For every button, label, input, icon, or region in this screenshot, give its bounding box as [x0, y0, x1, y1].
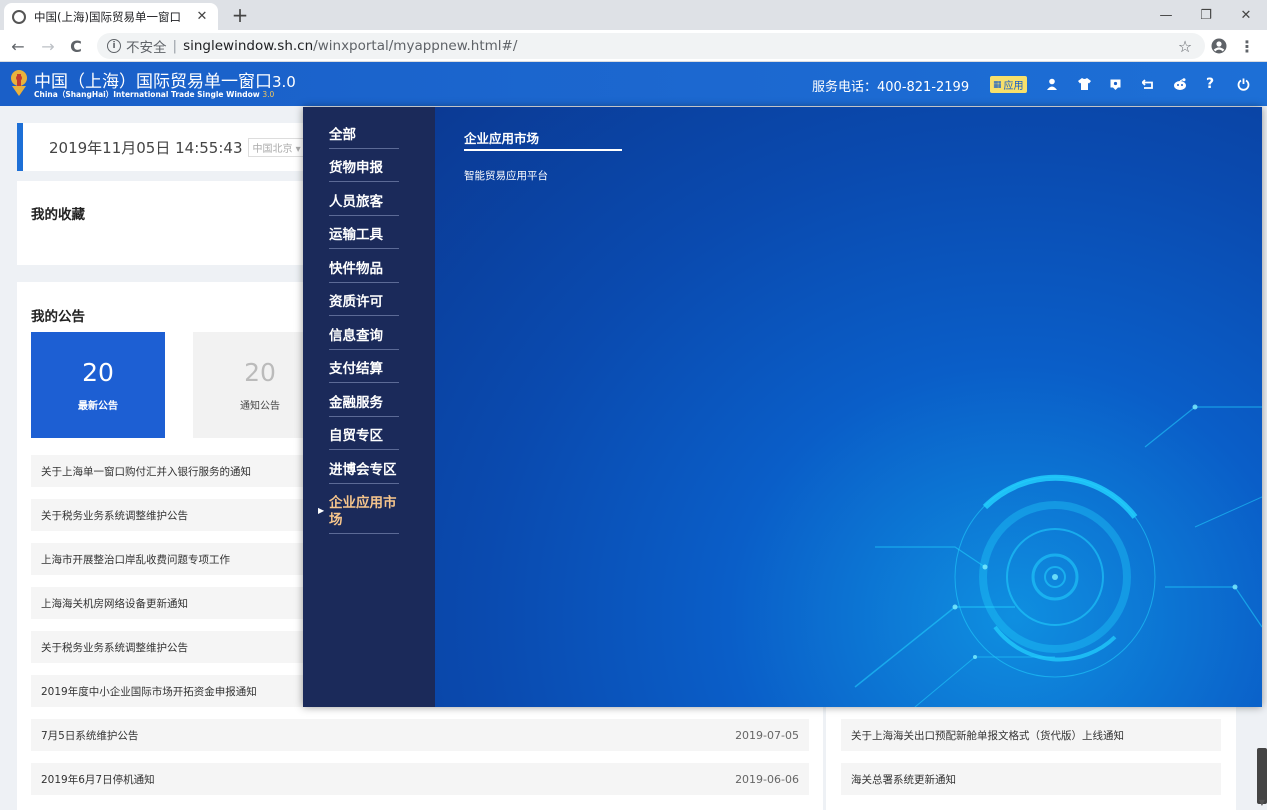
news-title: 关于上海单一窗口购付汇并入银行服务的通知 — [41, 465, 251, 478]
favorites-title: 我的收藏 — [31, 207, 85, 223]
news-title: 关于税务业务系统调整维护公告 — [41, 641, 188, 654]
user-icon[interactable] — [1042, 74, 1062, 94]
robot-icon[interactable] — [1170, 74, 1190, 94]
power-icon[interactable] — [1233, 74, 1253, 94]
browser-menu-icon[interactable]: ⋮ — [1235, 34, 1259, 58]
category-list: 全部 货物申报 人员旅客 运输工具 快件物品 资质许可 信息查询 支付结算 金融… — [303, 107, 435, 707]
category-item[interactable]: 快件物品 — [329, 261, 399, 283]
notices-title: 我的公告 — [31, 309, 85, 325]
new-tab-button[interactable]: + — [228, 3, 252, 27]
news-row[interactable]: 关于上海海关出口预配新舱单报文格式（货代版）上线通知 — [841, 719, 1221, 751]
stat-value: 20 — [244, 358, 276, 387]
news-title: 关于上海海关出口预配新舱单报文格式（货代版）上线通知 — [851, 729, 1124, 742]
favorites-card: 我的收藏 — [17, 181, 317, 265]
news-title: 2019年6月7日停机通知 — [41, 773, 155, 786]
shirt-icon[interactable] — [1074, 74, 1094, 94]
browser-tab[interactable]: 中国(上海)国际贸易单一窗口 ✕ — [4, 3, 218, 30]
datetime-card: 2019年11月05日 14:55:43 中国北京 ▾ — [17, 123, 317, 171]
browser-toolbar: ← → C i 不安全 | singlewindow.sh.cn /winxpo… — [0, 30, 1267, 62]
app-link[interactable]: 智能贸易应用平台 — [464, 168, 548, 183]
site-subtitle-text: China（ShangHai）International Trade Singl… — [34, 90, 260, 99]
active-marker-icon: ▶ — [318, 506, 325, 515]
news-title: 上海市开展整治口岸乱收费问题专项工作 — [41, 553, 230, 566]
news-row[interactable]: 海关总署系统更新通知 — [841, 763, 1221, 795]
return-icon[interactable] — [1138, 74, 1158, 94]
globe-icon — [12, 9, 26, 24]
url-path: /winxportal/myappnew.html#/ — [313, 38, 518, 54]
category-item[interactable]: 人员旅客 — [329, 194, 399, 216]
apps-button-label: 应用 — [1003, 81, 1024, 92]
category-item[interactable]: 货物申报 — [329, 160, 399, 182]
category-panel: 企业应用市场 智能贸易应用平台 — [435, 107, 1262, 707]
category-item[interactable]: 运输工具 — [329, 227, 399, 249]
site-header: 中国（上海）国际贸易单一窗口3.0 China（ShangHai）Interna… — [0, 62, 1267, 106]
news-row[interactable]: 7月5日系统维护公告 2019-07-05 — [31, 719, 809, 751]
stat-label: 最新公告 — [78, 401, 118, 412]
category-item[interactable]: 信息查询 — [329, 328, 399, 350]
tab-close-icon[interactable]: ✕ — [194, 9, 210, 24]
news-date: 2019-07-05 — [735, 728, 799, 742]
customs-emblem-icon — [11, 70, 27, 96]
category-item[interactable]: 金融服务 — [329, 395, 399, 417]
news-title: 7月5日系统维护公告 — [41, 729, 139, 742]
info-icon[interactable]: i — [107, 39, 121, 53]
stat-value: 20 — [82, 358, 114, 387]
url-separator: | — [172, 38, 178, 54]
timezone-value: 中国北京 — [252, 143, 293, 155]
minimize-button[interactable]: — — [1146, 0, 1186, 30]
service-hotline: 服务电话：400-821-2199 — [812, 80, 970, 95]
news-title: 关于税务业务系统调整维护公告 — [41, 509, 188, 522]
insecure-label: 不安全 — [126, 40, 167, 56]
browser-tabstrip: 中国(上海)国际贸易单一窗口 ✕ + — ❐ ✕ — [0, 0, 1267, 30]
grid-icon: ▦ — [993, 79, 1002, 90]
site-subtitle: China（ShangHai）International Trade Singl… — [34, 89, 274, 100]
url-host: singlewindow.sh.cn — [183, 38, 314, 54]
back-button[interactable]: ← — [6, 34, 30, 58]
stat-latest-notices[interactable]: 20 最新公告 — [31, 332, 165, 438]
tech-circuit-illustration — [854, 404, 1262, 707]
restore-button[interactable]: ❐ — [1186, 0, 1226, 30]
apps-button[interactable]: ▦ 应用 — [990, 76, 1027, 93]
panel-title-underline — [464, 149, 622, 151]
bookmark-star-icon[interactable]: ☆ — [1173, 34, 1197, 58]
category-item[interactable]: 支付结算 — [329, 361, 399, 383]
category-item[interactable]: 全部 — [329, 127, 399, 149]
page-scrollbar[interactable] — [1257, 748, 1267, 804]
category-item[interactable]: 自贸专区 — [329, 428, 399, 450]
news-date: 2019-06-06 — [735, 772, 799, 786]
reload-button[interactable]: C — [64, 34, 88, 58]
close-window-button[interactable]: ✕ — [1226, 0, 1266, 30]
panel-title: 企业应用市场 — [464, 131, 540, 146]
news-row[interactable]: 2019年6月7日停机通知 2019-06-06 — [31, 763, 809, 795]
scroll-down-arrow-icon[interactable]: ▼ — [1257, 798, 1267, 810]
apps-mega-menu: 全部 货物申报 人员旅客 运输工具 快件物品 资质许可 信息查询 支付结算 金融… — [303, 107, 1262, 707]
current-datetime: 2019年11月05日 14:55:43 — [49, 138, 243, 157]
category-item[interactable]: 资质许可 — [329, 294, 399, 316]
category-item-active[interactable]: 企业应用市场 — [329, 495, 399, 534]
news-title: 2019年度中小企业国际市场开拓资金申报通知 — [41, 685, 257, 698]
profile-icon[interactable] — [1207, 34, 1231, 58]
stat-label: 通知公告 — [240, 401, 280, 412]
tab-title: 中国(上海)国际贸易单一窗口 — [34, 9, 181, 24]
forward-button[interactable]: → — [36, 34, 60, 58]
address-bar[interactable]: i 不安全 | singlewindow.sh.cn /winxportal/m… — [97, 33, 1205, 59]
news-title: 海关总署系统更新通知 — [851, 773, 956, 786]
help-icon[interactable]: ? — [1200, 74, 1220, 94]
notification-icon[interactable] — [1105, 74, 1125, 94]
news-title: 上海海关机房网络设备更新通知 — [41, 597, 188, 610]
category-item[interactable]: 进博会专区 — [329, 462, 399, 484]
site-version: 3.0 — [272, 73, 296, 91]
site-subtitle-version: 3.0 — [262, 90, 275, 99]
